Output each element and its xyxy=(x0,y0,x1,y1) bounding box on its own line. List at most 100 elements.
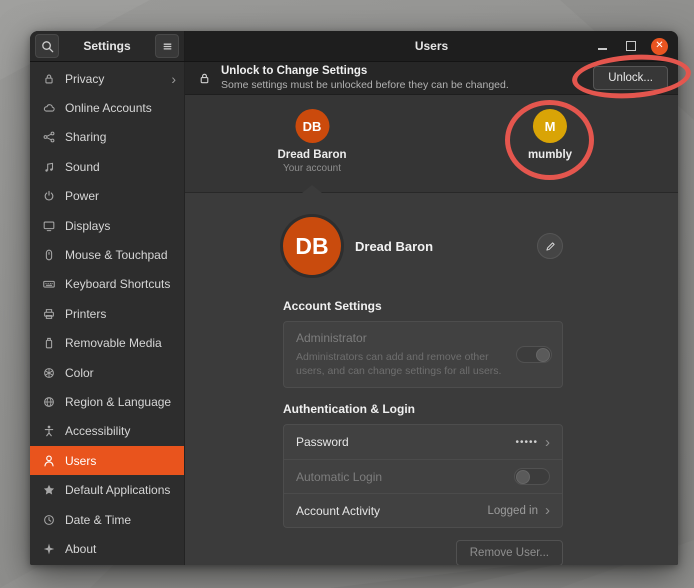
share-icon xyxy=(42,130,56,144)
sidebar-item-displays[interactable]: Displays xyxy=(30,211,184,240)
user-icon xyxy=(42,454,56,468)
share-icon xyxy=(42,130,56,144)
sidebar-item-label: Keyboard Shortcuts xyxy=(65,277,176,291)
sidebar-item-label: Date & Time xyxy=(65,513,176,527)
pencil-icon xyxy=(544,240,557,253)
sound-icon xyxy=(42,160,56,174)
row-value: Logged in xyxy=(487,505,538,517)
close-button[interactable]: ✕ xyxy=(651,38,668,55)
sidebar-item-color[interactable]: Color xyxy=(30,358,184,387)
sidebar-item-label: Sound xyxy=(65,160,176,174)
toggle-knob xyxy=(536,348,550,362)
sidebar-item-mouse-and-touchpad[interactable]: Mouse & Touchpad xyxy=(30,240,184,269)
row-label: Automatic Login xyxy=(296,470,514,484)
sidebar: Privacy › Online Accounts Sharing Sound Power… xyxy=(30,62,185,565)
administrator-toggle xyxy=(516,346,552,363)
media-icon xyxy=(42,336,56,350)
lock-icon xyxy=(197,71,212,86)
avatar: M xyxy=(533,109,567,143)
clock-icon xyxy=(42,513,56,527)
minimize-button[interactable] xyxy=(593,37,611,55)
about-icon xyxy=(42,542,56,556)
search-icon xyxy=(40,39,55,54)
globe-icon xyxy=(42,395,56,409)
section-header-account-settings: Account Settings xyxy=(283,299,563,313)
app-title: Settings xyxy=(83,39,130,53)
access-icon xyxy=(42,424,56,438)
sidebar-item-region-and-language[interactable]: Region & Language xyxy=(30,387,184,416)
sidebar-item-users[interactable]: Users xyxy=(30,446,184,475)
sidebar-item-about[interactable]: About xyxy=(30,534,184,563)
account-settings-box: AdministratorAdministrators can add and … xyxy=(283,321,563,388)
unlock-text: Unlock to Change Settings Some settings … xyxy=(221,64,584,92)
edit-name-button[interactable] xyxy=(537,233,563,259)
sidebar-item-label: Users xyxy=(65,454,176,468)
window-title: Users xyxy=(415,39,448,53)
sidebar-item-label: Privacy xyxy=(65,72,162,86)
star-icon xyxy=(42,483,56,497)
media-icon xyxy=(42,336,56,350)
sidebar-item-default-applications[interactable]: Default Applications xyxy=(30,475,184,504)
sidebar-item-privacy[interactable]: Privacy › xyxy=(30,64,184,93)
user-dread-baron[interactable]: DBDread BaronYour account xyxy=(277,109,346,174)
lock-icon xyxy=(42,72,56,86)
headerbar: Users ✕ xyxy=(185,31,678,61)
hamburger-menu-icon xyxy=(160,39,175,54)
sidebar-item-date-and-time[interactable]: Date & Time xyxy=(30,505,184,534)
sidebar-item-label: Default Applications xyxy=(65,483,176,497)
sidebar-header: Settings xyxy=(30,31,185,61)
maximize-button[interactable] xyxy=(622,37,640,55)
chevron-right-icon: › xyxy=(171,72,176,86)
avatar: DB xyxy=(283,217,341,275)
authentication-login-box: Password•••••› Automatic Login Account Act… xyxy=(283,424,563,528)
display-icon xyxy=(42,219,56,233)
sidebar-item-sound[interactable]: Sound xyxy=(30,152,184,181)
keyboard-icon xyxy=(42,277,56,291)
settings-window: Settings Users ✕ Privacy › Online Accounts… xyxy=(30,31,678,565)
keyboard-icon xyxy=(42,277,56,291)
user-detail-pane: DB Dread Baron Account Settings Administ… xyxy=(185,193,678,565)
sidebar-item-power[interactable]: Power xyxy=(30,182,184,211)
user-name: mumbly xyxy=(528,149,572,161)
sidebar-item-label: Region & Language xyxy=(65,395,176,409)
unlock-subtitle: Some settings must be unlocked before th… xyxy=(221,79,584,92)
sound-icon xyxy=(42,160,56,174)
color-icon xyxy=(42,366,56,380)
sidebar-item-online-accounts[interactable]: Online Accounts xyxy=(30,93,184,122)
menu-button[interactable] xyxy=(155,34,179,58)
search-button[interactable] xyxy=(35,34,59,58)
sidebar-item-label: About xyxy=(65,542,176,556)
unlock-bar: Unlock to Change Settings Some settings … xyxy=(185,62,678,95)
selected-user-notch xyxy=(302,185,322,193)
user-fullname: Dread Baron xyxy=(355,239,523,254)
row-password[interactable]: Password•••••› xyxy=(284,425,562,459)
sidebar-item-label: Removable Media xyxy=(65,336,176,350)
power-icon xyxy=(42,189,56,203)
user-mumbly[interactable]: Mmumbly xyxy=(528,109,572,161)
remove-user-button: Remove User... xyxy=(456,540,563,565)
chevron-right-icon: › xyxy=(545,435,550,450)
sidebar-item-label: Printers xyxy=(65,307,176,321)
sidebar-item-printers[interactable]: Printers xyxy=(30,299,184,328)
about-icon xyxy=(42,542,56,556)
user-carousel: DBDread BaronYour account Mmumbly xyxy=(185,95,678,193)
sidebar-item-label: Sharing xyxy=(65,130,176,144)
unlock-button[interactable]: Unlock... xyxy=(593,66,668,90)
sidebar-item-accessibility[interactable]: Accessibility xyxy=(30,417,184,446)
sidebar-item-removable-media[interactable]: Removable Media xyxy=(30,329,184,358)
sidebar-item-label: Power xyxy=(65,189,176,203)
automatic-login-toggle xyxy=(514,468,550,485)
sidebar-item-sharing[interactable]: Sharing xyxy=(30,123,184,152)
sidebar-item-label: Color xyxy=(65,366,176,380)
remove-user-row: Remove User... xyxy=(283,540,563,565)
avatar: DB xyxy=(295,109,329,143)
users-panel: Unlock to Change Settings Some settings … xyxy=(185,62,678,565)
sidebar-item-label: Online Accounts xyxy=(65,101,176,115)
mouse-icon xyxy=(42,248,56,262)
mouse-icon xyxy=(42,248,56,262)
user-subtitle: Your account xyxy=(277,163,346,174)
toggle-knob xyxy=(516,470,530,484)
row-account-activity[interactable]: Account ActivityLogged in› xyxy=(284,493,562,527)
sidebar-item-keyboard-shortcuts[interactable]: Keyboard Shortcuts xyxy=(30,270,184,299)
user-icon xyxy=(42,454,56,468)
